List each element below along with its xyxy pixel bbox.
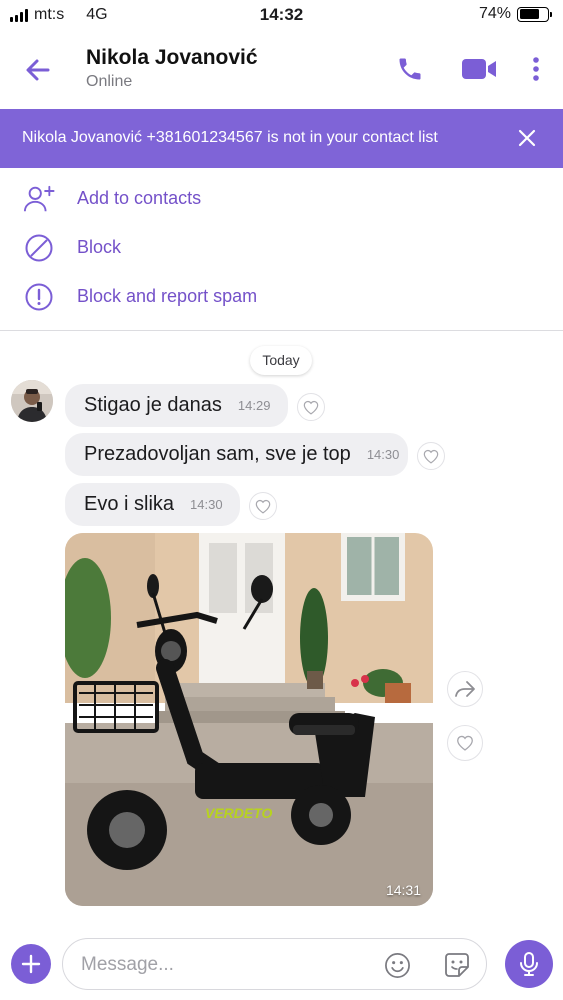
like-heart-icon[interactable] [447,725,483,761]
more-vertical-icon[interactable] [524,52,548,86]
message-time: 14:30 [366,447,400,462]
date-separator: Today [250,346,312,375]
message-bubble[interactable]: Evo i slika 14:30 [65,483,240,526]
chat-header: Nikola Jovanović Online [0,30,563,109]
banner-text: Nikola Jovanović +381601234567 is not in… [22,129,438,146]
microphone-icon[interactable] [505,940,553,988]
brand-logo: VERDETO [205,805,273,821]
close-icon[interactable] [515,126,539,150]
like-heart-icon[interactable] [249,492,277,520]
message-composer [0,930,563,1000]
contact-status: Online [86,73,133,90]
message-list[interactable]: Today Stigao je danas 14:29 Prezadovolja… [0,332,563,930]
share-icon[interactable] [447,671,483,707]
message-text: Stigao je danas [84,394,222,416]
message-field[interactable] [62,938,487,990]
block-icon [23,232,55,264]
battery-icon [517,6,552,22]
add-to-contacts-button[interactable]: Add to contacts [0,174,563,223]
add-user-icon [23,183,55,215]
phone-icon[interactable] [393,52,427,86]
unknown-contact-banner: Nikola Jovanović +381601234567 is not in… [0,109,563,168]
contact-actions: Add to contacts Block Block and report s… [0,168,563,331]
status-bar: mt:s 4G 14:32 74% [0,0,563,30]
photo-time: 14:31 [385,882,421,898]
message-bubble[interactable]: Prezadovoljan sam, sve je top 14:30 [65,433,408,476]
message-text: Prezadovoljan sam, sve je top [84,443,351,465]
add-to-contacts-label: Add to contacts [77,188,202,208]
scooter-photo: VERDETO [65,533,433,906]
message-text: Evo i slika [84,493,175,515]
like-heart-icon[interactable] [297,393,325,421]
message-time: 14:29 [237,398,271,413]
block-and-report-button[interactable]: Block and report spam [0,272,563,321]
message-input[interactable] [81,952,371,978]
contact-name[interactable]: Nikola Jovanović [86,46,258,70]
emoji-icon[interactable] [383,951,411,979]
like-heart-icon[interactable] [417,442,445,470]
message-time: 14:30 [190,497,223,512]
block-and-report-label: Block and report spam [77,286,258,306]
avatar[interactable] [11,380,53,422]
block-label: Block [77,237,122,257]
back-arrow-icon[interactable] [22,54,54,86]
block-button[interactable]: Block [0,223,563,272]
video-camera-icon[interactable] [460,52,498,86]
sticker-icon[interactable] [443,951,471,979]
battery-level [519,9,540,19]
photo-message[interactable]: VERDETO 14:31 [65,533,433,906]
message-bubble[interactable]: Stigao je danas 14:29 [65,384,288,427]
alert-icon [23,281,55,313]
plus-icon[interactable] [11,944,51,984]
battery-percent: 74% [478,5,511,22]
